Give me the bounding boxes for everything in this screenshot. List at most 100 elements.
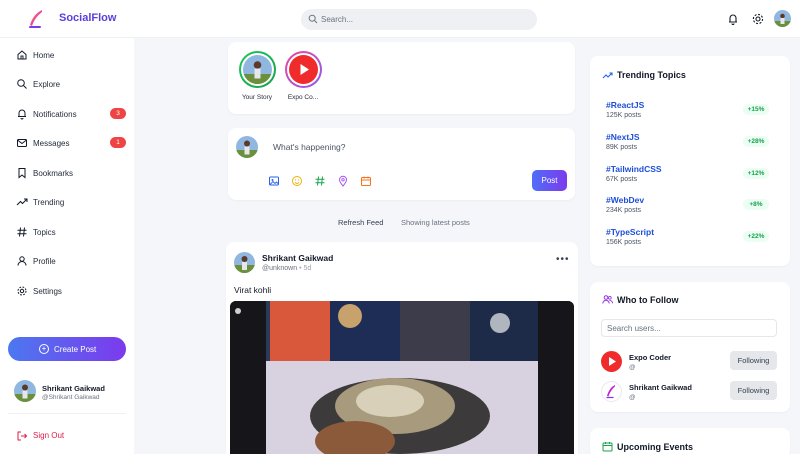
sidebar-item-topics[interactable]: Topics xyxy=(8,221,126,243)
calendar-icon[interactable] xyxy=(360,175,372,187)
sign-out-label: Sign Out xyxy=(33,431,65,440)
trending-topic[interactable]: #ReactJS 125K posts +15% xyxy=(606,100,786,126)
home-icon xyxy=(17,50,27,60)
trending-topic[interactable]: #TypeScript 156K posts +22% xyxy=(606,227,786,253)
post-card: Shrikant Gaikwad @unknown • 5d ••• Virat… xyxy=(226,242,578,454)
topic-count: 89K posts xyxy=(606,144,638,151)
hash-icon[interactable] xyxy=(314,175,326,187)
suggested-user-handle: @ xyxy=(629,394,636,401)
user-search-field[interactable] xyxy=(601,319,777,337)
post-handle: @unknown xyxy=(262,265,298,272)
post-author[interactable]: Shrikant Gaikwad xyxy=(262,253,333,263)
topic-change-badge: +12% xyxy=(743,168,769,179)
suggested-user-name: Shrikant Gaikwad xyxy=(629,383,692,392)
topic-count: 156K posts xyxy=(606,239,642,246)
post-image[interactable] xyxy=(230,301,574,454)
sidebar-item-trending[interactable]: Trending xyxy=(8,191,126,213)
upcoming-events-panel: Upcoming Events xyxy=(590,428,790,454)
logo-icon xyxy=(29,10,42,28)
sidebar-item-home[interactable]: Home xyxy=(8,44,126,66)
users-icon xyxy=(602,295,613,304)
story-label: Expo Co... xyxy=(287,94,319,101)
divider xyxy=(8,413,126,414)
story-label: Your Story xyxy=(241,94,273,101)
post-composer: What's happening? Post xyxy=(228,128,575,200)
sidebar-item-label: Explore xyxy=(33,80,61,89)
topic-change-badge: +28% xyxy=(743,136,769,147)
search-input[interactable] xyxy=(321,12,521,27)
more-options-icon[interactable]: ••• xyxy=(556,254,570,265)
who-to-follow-title: Who to Follow xyxy=(617,295,679,305)
stories-panel: Your Story Expo Co... xyxy=(228,42,575,114)
sidebar-item-label: Profile xyxy=(33,257,56,266)
post-text: Virat kohli xyxy=(234,285,272,295)
global-search[interactable] xyxy=(301,9,537,30)
trending-title: Trending Topics xyxy=(617,70,686,80)
sidebar-item-label: Notifications xyxy=(33,110,77,119)
topic-tag[interactable]: #TailwindCSS xyxy=(606,164,662,174)
user-icon xyxy=(17,256,27,266)
sidebar-item-messages[interactable]: Messages 1 xyxy=(8,132,126,154)
avatar xyxy=(236,136,258,158)
location-icon[interactable] xyxy=(337,175,349,187)
who-to-follow-panel: Who to Follow Expo Coder @ Following Shr… xyxy=(590,282,790,412)
bookmark-icon xyxy=(18,168,26,179)
user-name: Shrikant Gaikwad xyxy=(42,384,105,393)
brand-name[interactable]: SocialFlow xyxy=(59,12,116,24)
image-icon[interactable] xyxy=(268,175,280,187)
topic-count: 125K posts xyxy=(606,112,642,119)
suggested-user[interactable]: Expo Coder @ Following xyxy=(601,350,779,376)
avatar[interactable] xyxy=(234,252,255,273)
topic-tag[interactable]: #NextJS xyxy=(606,132,640,142)
sign-out-button[interactable]: Sign Out xyxy=(8,426,126,446)
user-search-input[interactable] xyxy=(602,320,776,336)
sidebar-item-label: Messages xyxy=(33,139,70,148)
gear-icon[interactable] xyxy=(751,12,765,26)
following-button[interactable]: Following xyxy=(730,381,777,400)
plus-icon: + xyxy=(39,344,49,354)
refresh-feed-button[interactable]: Refresh Feed xyxy=(338,218,383,227)
composer-input[interactable]: What's happening? xyxy=(273,142,346,152)
sidebar-item-explore[interactable]: Explore xyxy=(8,73,126,95)
topic-count: 234K posts xyxy=(606,207,642,214)
trending-topic[interactable]: #WebDev 234K posts +8% xyxy=(606,195,786,221)
sidebar-item-settings[interactable]: Settings xyxy=(8,280,126,302)
message-badge: 1 xyxy=(110,137,126,148)
story-item[interactable]: Expo Co... xyxy=(281,51,325,103)
trending-topic[interactable]: #TailwindCSS 67K posts +12% xyxy=(606,164,786,190)
post-meta: @unknown • 5d xyxy=(262,265,311,272)
avatar[interactable] xyxy=(774,10,791,27)
emoji-icon[interactable] xyxy=(291,175,303,187)
following-button[interactable]: Following xyxy=(730,351,777,370)
sidebar-item-profile[interactable]: Profile xyxy=(8,250,126,272)
hash-icon xyxy=(17,227,27,237)
bell-icon[interactable] xyxy=(726,12,740,26)
post-button[interactable]: Post xyxy=(532,170,567,191)
suggested-user-handle: @ xyxy=(629,364,636,371)
topic-tag[interactable]: #TypeScript xyxy=(606,227,654,237)
topic-change-badge: +15% xyxy=(743,104,769,115)
gear-icon xyxy=(17,286,27,296)
story-ring xyxy=(239,51,276,88)
sidebar-item-bookmarks[interactable]: Bookmarks xyxy=(8,162,126,184)
topic-tag[interactable]: #WebDev xyxy=(606,195,644,205)
logout-icon xyxy=(17,431,28,441)
topic-tag[interactable]: #ReactJS xyxy=(606,100,644,110)
mail-icon xyxy=(17,139,27,147)
suggested-user-name: Expo Coder xyxy=(629,353,672,362)
sidebar: Home Explore Notifications 3 Messages 1 … xyxy=(0,38,134,454)
sidebar-item-label: Trending xyxy=(33,198,65,207)
sidebar-item-notifications[interactable]: Notifications 3 xyxy=(8,103,126,125)
youtube-avatar-icon xyxy=(289,55,318,84)
topic-change-badge: +22% xyxy=(743,231,769,242)
current-user-card[interactable]: Shrikant Gaikwad @Shrikant Gaikwad xyxy=(12,378,130,406)
sidebar-item-label: Topics xyxy=(33,228,56,237)
avatar xyxy=(243,55,272,84)
story-item[interactable]: Your Story xyxy=(235,51,279,103)
feed-status: Showing latest posts xyxy=(401,218,470,227)
create-post-button[interactable]: + Create Post xyxy=(8,337,126,361)
trending-topic[interactable]: #NextJS 89K posts +28% xyxy=(606,132,786,158)
search-icon xyxy=(308,14,318,24)
suggested-user[interactable]: Shrikant Gaikwad @ Following xyxy=(601,380,779,406)
trending-icon xyxy=(602,72,613,79)
